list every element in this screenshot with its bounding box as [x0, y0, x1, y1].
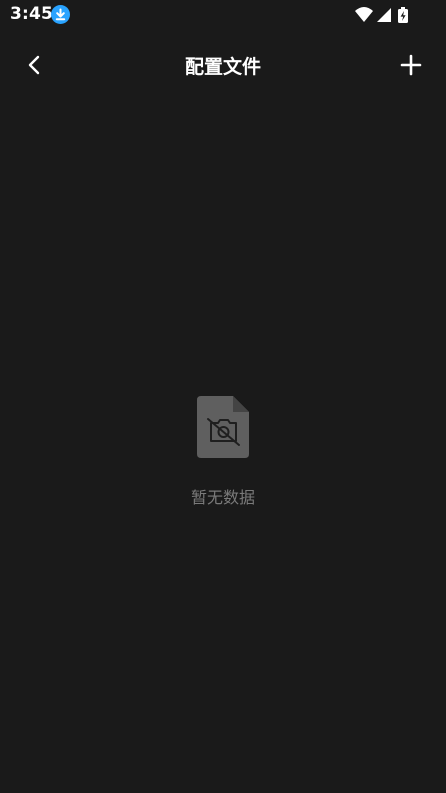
- status-icons: [355, 6, 413, 24]
- download-icon: [51, 5, 70, 24]
- signal-icon: [377, 8, 391, 22]
- status-time: 3:45: [10, 4, 54, 24]
- plus-icon: [400, 54, 422, 76]
- empty-state: 暂无数据: [0, 396, 446, 508]
- app-bar: 配置文件: [0, 40, 446, 90]
- battery-charging-icon: [398, 7, 408, 23]
- no-file-icon: [197, 396, 249, 458]
- wifi-icon: [355, 7, 373, 22]
- add-button[interactable]: [394, 50, 428, 80]
- page-title: 配置文件: [184, 56, 261, 78]
- status-bar: 3:45: [0, 0, 446, 30]
- empty-message: 暂无数据: [190, 488, 255, 507]
